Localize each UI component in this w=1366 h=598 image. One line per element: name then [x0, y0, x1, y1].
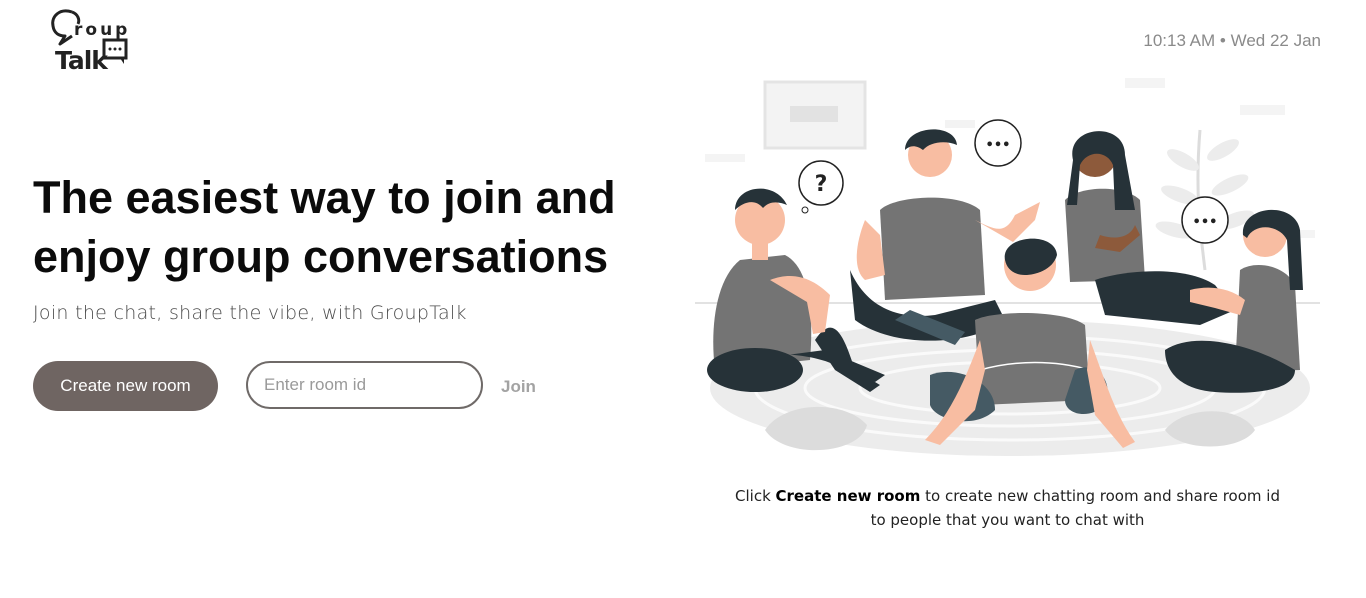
- group-conversation-illustration: ? ••• •••: [695, 70, 1325, 465]
- headline-line-1: The easiest way to join and: [33, 172, 616, 223]
- current-time-date: 10:13 AM • Wed 22 Jan: [1143, 31, 1321, 50]
- grouptalk-logo: roup Talk: [50, 6, 142, 76]
- logo-word-group: roup: [74, 20, 131, 40]
- caption-prefix: Click: [735, 487, 776, 505]
- headline-line-2: enjoy group conversations: [33, 231, 609, 282]
- hero-headline: The easiest way to join and enjoy group …: [33, 168, 673, 286]
- room-id-input[interactable]: [246, 361, 483, 409]
- hero-tagline: Join the chat, share the vibe, with Grou…: [33, 302, 467, 324]
- dots-bubble-text-1: •••: [986, 138, 1011, 153]
- dots-bubble-text-2: •••: [1193, 215, 1218, 230]
- caption-bold: Create new room: [775, 487, 921, 505]
- caption-suffix: to create new chatting room and share ro…: [920, 487, 1280, 505]
- create-new-room-button[interactable]: Create new room: [33, 361, 218, 411]
- caption-line-2: to people that you want to chat with: [870, 511, 1145, 529]
- join-button[interactable]: Join: [497, 373, 540, 401]
- people-sitting-circle-illustration: ? ••• •••: [695, 78, 1320, 456]
- question-bubble-text: ?: [815, 172, 828, 197]
- logo-word-talk: Talk: [55, 46, 108, 75]
- illustration-caption: Click Create new room to create new chat…: [700, 484, 1315, 532]
